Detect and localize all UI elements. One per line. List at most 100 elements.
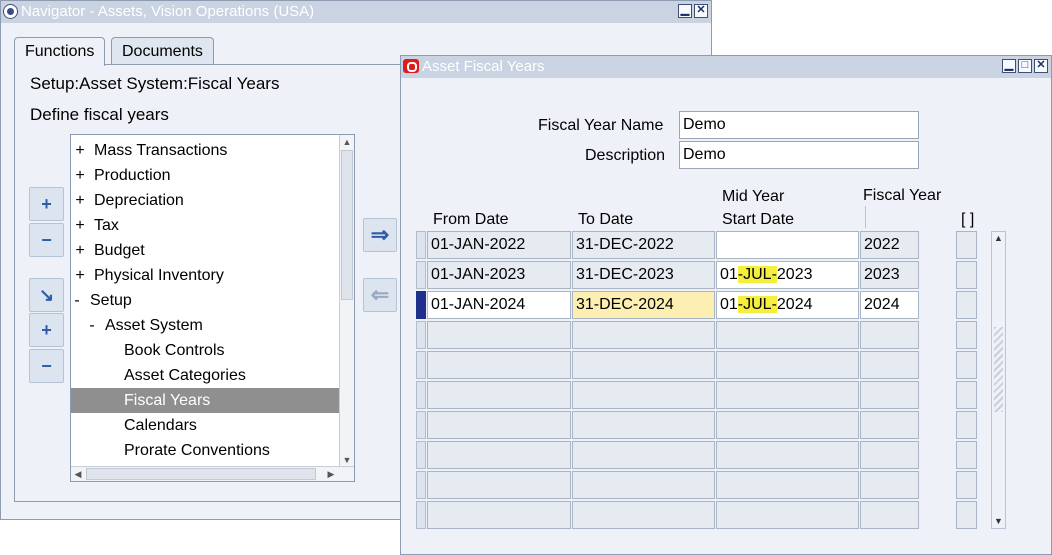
collapse-icon[interactable]: − xyxy=(29,223,64,257)
row-select-box[interactable] xyxy=(956,231,977,259)
tab-functions[interactable]: Functions xyxy=(14,37,106,66)
from-date-cell[interactable] xyxy=(427,321,571,349)
row-select-box[interactable] xyxy=(956,291,977,319)
scroll-grip[interactable] xyxy=(994,327,1003,412)
close-icon[interactable]: ✕ xyxy=(694,4,708,18)
tab-documents[interactable]: Documents xyxy=(111,37,214,65)
current-record-indicator[interactable] xyxy=(416,291,426,319)
fiscal-year-cell[interactable] xyxy=(860,381,919,409)
tree-item-production[interactable]: + Production xyxy=(71,163,339,188)
fiscal-year-cell[interactable] xyxy=(860,351,919,379)
record-indicator[interactable] xyxy=(416,411,426,439)
records-scrollbar[interactable]: ▲ ▼ xyxy=(991,231,1006,529)
fiscal-years-titlebar[interactable]: Asset Fiscal Years ▁ □ ✕ xyxy=(401,56,1051,78)
mid-year-start-cell[interactable] xyxy=(716,351,859,379)
row-select-box[interactable] xyxy=(956,471,977,499)
row-select-box[interactable] xyxy=(956,411,977,439)
from-date-cell[interactable] xyxy=(427,381,571,409)
mid-year-start-cell[interactable]: 01-JUL-2023 xyxy=(716,261,859,289)
scroll-down-icon[interactable]: ▼ xyxy=(340,453,354,467)
fiscal-year-cell[interactable] xyxy=(860,411,919,439)
record-indicator[interactable] xyxy=(416,501,426,529)
scroll-up-icon[interactable]: ▲ xyxy=(340,135,354,149)
mid-year-start-cell[interactable]: 01-JUL-2024 xyxy=(716,291,859,319)
from-date-cell[interactable] xyxy=(427,441,571,469)
from-date-cell[interactable] xyxy=(427,351,571,379)
row-select-box[interactable] xyxy=(956,321,977,349)
tree-vertical-scrollbar[interactable]: ▲ ▼ xyxy=(339,135,354,467)
scroll-thumb[interactable] xyxy=(86,468,316,480)
expand-branch-icon[interactable]: ↘ xyxy=(29,278,64,312)
tree-item-physical-inventory[interactable]: + Physical Inventory xyxy=(71,263,339,288)
collapse-all-icon[interactable]: − xyxy=(29,349,64,383)
mid-year-start-cell[interactable] xyxy=(716,411,859,439)
tree-item-fiscal-years[interactable]: Fiscal Years xyxy=(71,388,339,413)
record-indicator[interactable] xyxy=(416,471,426,499)
record-indicator[interactable] xyxy=(416,351,426,379)
row-select-box[interactable] xyxy=(956,381,977,409)
minimize-icon[interactable]: ▁ xyxy=(678,4,692,18)
to-date-cell[interactable] xyxy=(572,321,715,349)
to-date-cell[interactable]: 31-DEC-2024 xyxy=(572,291,715,319)
from-date-cell[interactable]: 01-JAN-2022 xyxy=(427,231,571,259)
from-date-cell[interactable] xyxy=(427,471,571,499)
from-date-cell[interactable]: 01-JAN-2023 xyxy=(427,261,571,289)
to-date-cell[interactable] xyxy=(572,471,715,499)
from-date-cell[interactable] xyxy=(427,501,571,529)
to-date-cell[interactable] xyxy=(572,441,715,469)
tree-item-asset-system[interactable]: - Asset System xyxy=(71,313,339,338)
navigator-titlebar[interactable]: Navigator - Assets, Vision Operations (U… xyxy=(1,1,711,23)
fiscal-year-cell[interactable]: 2022 xyxy=(860,231,919,259)
scroll-right-icon[interactable]: ▶ xyxy=(324,467,338,481)
tree-item-book-controls[interactable]: Book Controls xyxy=(71,338,339,363)
to-date-cell[interactable] xyxy=(572,381,715,409)
tree-item-prorate-conventions[interactable]: Prorate Conventions xyxy=(71,438,339,463)
row-select-box[interactable] xyxy=(956,501,977,529)
expand-all-icon[interactable]: + xyxy=(29,313,64,347)
row-select-box[interactable] xyxy=(956,441,977,469)
mid-year-start-cell[interactable] xyxy=(716,501,859,529)
expand-icon[interactable]: + xyxy=(29,187,64,221)
record-indicator[interactable] xyxy=(416,321,426,349)
tree-item-asset-categories[interactable]: Asset Categories xyxy=(71,363,339,388)
to-date-cell[interactable] xyxy=(572,501,715,529)
mid-year-start-cell[interactable] xyxy=(716,321,859,349)
tree-item-setup[interactable]: - Setup xyxy=(71,288,339,313)
close-icon[interactable]: ✕ xyxy=(1034,59,1048,73)
to-date-cell[interactable] xyxy=(572,351,715,379)
from-date-cell[interactable]: 01-JAN-2024 xyxy=(427,291,571,319)
fiscal-year-cell[interactable] xyxy=(860,321,919,349)
row-select-box[interactable] xyxy=(956,261,977,289)
scroll-thumb[interactable] xyxy=(341,150,353,300)
record-indicator[interactable] xyxy=(416,381,426,409)
to-date-cell[interactable]: 31-DEC-2022 xyxy=(572,231,715,259)
from-date-cell[interactable] xyxy=(427,411,571,439)
tree-horizontal-scrollbar[interactable]: ◀ ▶ xyxy=(71,466,354,481)
mid-year-start-cell[interactable] xyxy=(716,441,859,469)
row-select-box[interactable] xyxy=(956,351,977,379)
fiscal-year-cell[interactable]: 2023 xyxy=(860,261,919,289)
maximize-icon[interactable]: □ xyxy=(1018,59,1032,73)
mid-year-start-cell[interactable] xyxy=(716,231,859,259)
record-indicator[interactable] xyxy=(416,441,426,469)
minimize-icon[interactable]: ▁ xyxy=(1002,59,1016,73)
tree-item-calendars[interactable]: Calendars xyxy=(71,413,339,438)
fiscal-year-cell[interactable] xyxy=(860,501,919,529)
scroll-up-icon[interactable]: ▲ xyxy=(992,232,1005,245)
tree-item-depreciation[interactable]: + Depreciation xyxy=(71,188,339,213)
scroll-down-icon[interactable]: ▼ xyxy=(992,515,1005,528)
tree-item-budget[interactable]: + Budget xyxy=(71,238,339,263)
tree-item-tax[interactable]: + Tax xyxy=(71,213,339,238)
fiscal-year-cell[interactable] xyxy=(860,471,919,499)
fiscal-year-cell[interactable] xyxy=(860,441,919,469)
back-arrow-icon[interactable]: ⇐ xyxy=(363,278,397,312)
description-field[interactable]: Demo xyxy=(679,141,919,169)
to-date-cell[interactable] xyxy=(572,411,715,439)
scroll-left-icon[interactable]: ◀ xyxy=(71,467,85,481)
mid-year-start-cell[interactable] xyxy=(716,471,859,499)
fiscal-year-cell[interactable]: 2024 xyxy=(860,291,919,319)
tree-item-mass-transactions[interactable]: + Mass Transactions xyxy=(71,138,339,163)
record-indicator[interactable] xyxy=(416,261,426,289)
open-arrow-icon[interactable]: ⇒ xyxy=(363,218,397,252)
mid-year-start-cell[interactable] xyxy=(716,381,859,409)
